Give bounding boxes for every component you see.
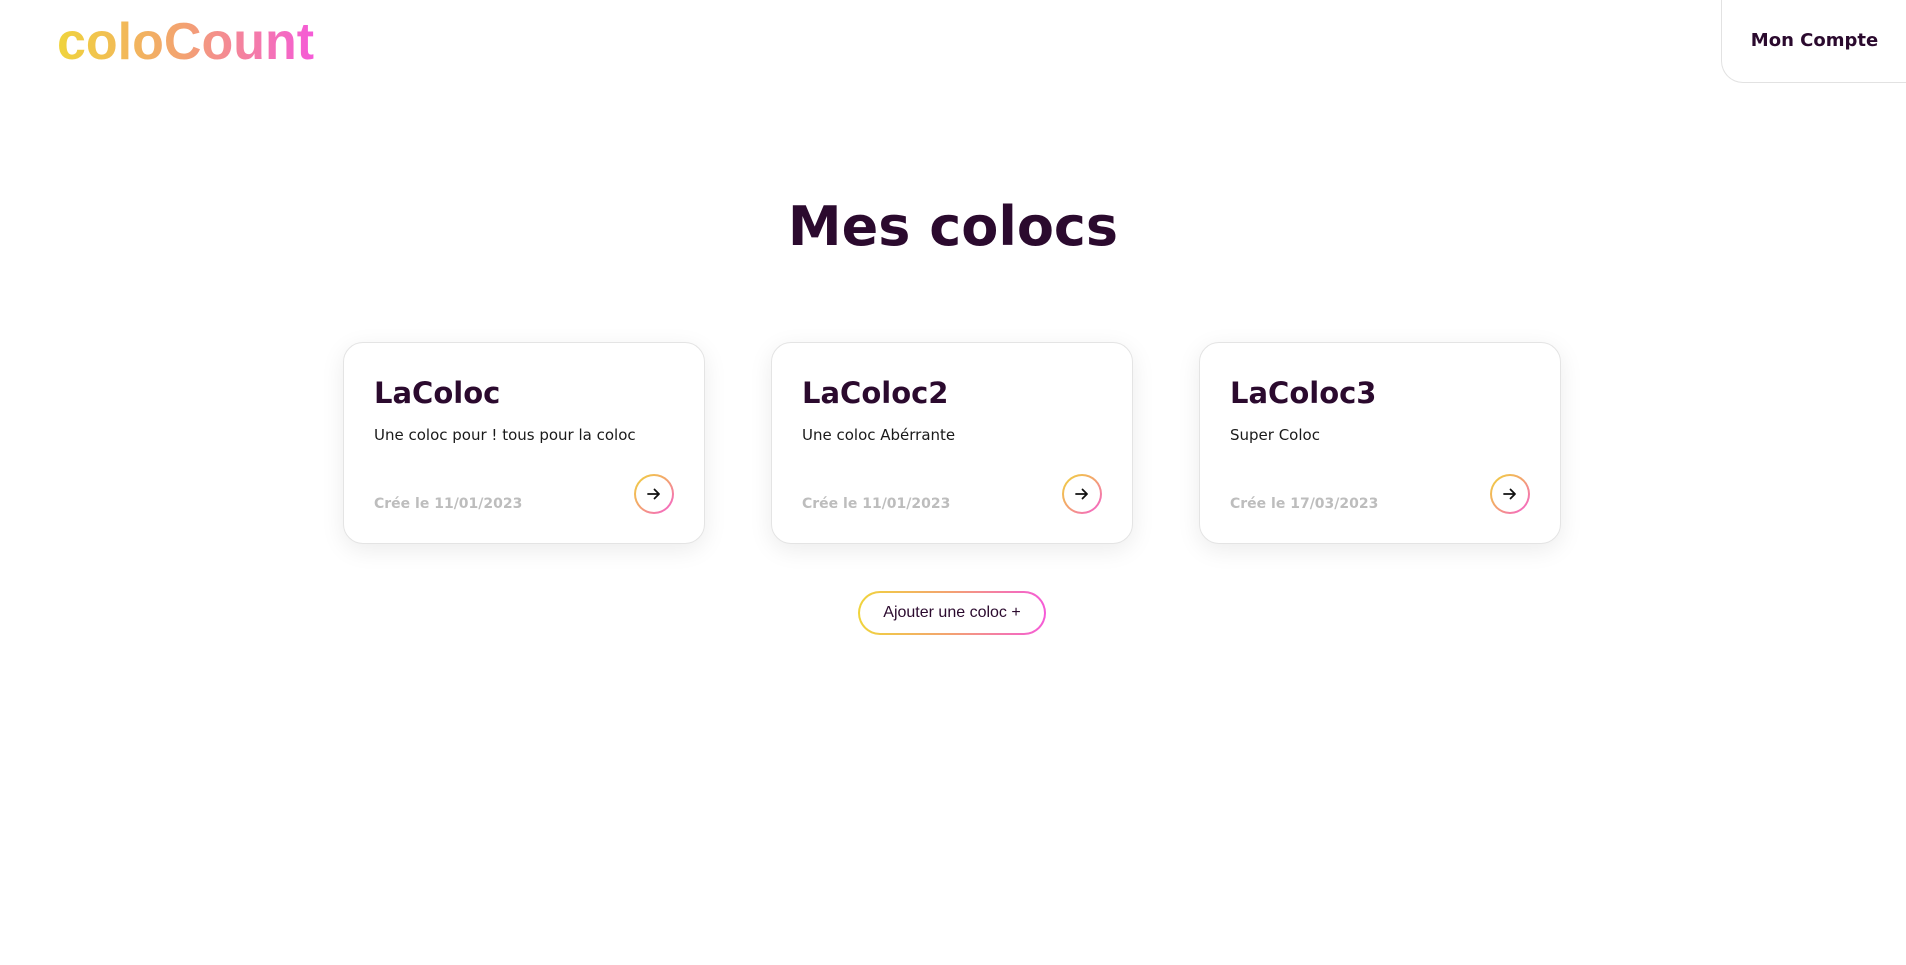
- coloc-description: Super Coloc: [1230, 426, 1320, 444]
- coloc-card: LaColoc3 Super Coloc Crée le 17/03/2023: [1199, 342, 1561, 544]
- open-coloc-button[interactable]: [1490, 474, 1530, 514]
- coloc-description: Une coloc Abérrante: [802, 426, 956, 444]
- arrow-right-icon: [1075, 488, 1088, 500]
- open-coloc-button[interactable]: [634, 474, 674, 514]
- coloc-card: LaColoc Une coloc pour ! tous pour la co…: [343, 342, 705, 544]
- arrow-right-icon: [1503, 488, 1516, 500]
- arrow-right-icon: [647, 488, 660, 500]
- coloc-name: LaColoc2: [802, 376, 949, 410]
- coloc-created-date: Crée le 11/01/2023: [802, 496, 951, 512]
- add-coloc-label: Ajouter une coloc +: [860, 593, 1044, 633]
- my-account-button[interactable]: Mon Compte: [1721, 0, 1906, 83]
- coloc-list: LaColoc Une coloc pour ! tous pour la co…: [343, 342, 1561, 544]
- open-coloc-button[interactable]: [1062, 474, 1102, 514]
- coloc-created-date: Crée le 17/03/2023: [1230, 496, 1379, 512]
- coloc-name: LaColoc: [374, 376, 501, 410]
- app-logo[interactable]: coloCount: [57, 12, 314, 72]
- page-title: Mes colocs: [787, 195, 1119, 258]
- add-coloc-button[interactable]: Ajouter une coloc +: [858, 591, 1046, 635]
- coloc-card: LaColoc2 Une coloc Abérrante Crée le 11/…: [771, 342, 1133, 544]
- page: coloCount Mon Compte Mes colocs LaColoc …: [0, 0, 1906, 965]
- coloc-created-date: Crée le 11/01/2023: [374, 496, 523, 512]
- coloc-name: LaColoc3: [1230, 376, 1377, 410]
- coloc-description: Une coloc pour ! tous pour la coloc: [374, 426, 636, 444]
